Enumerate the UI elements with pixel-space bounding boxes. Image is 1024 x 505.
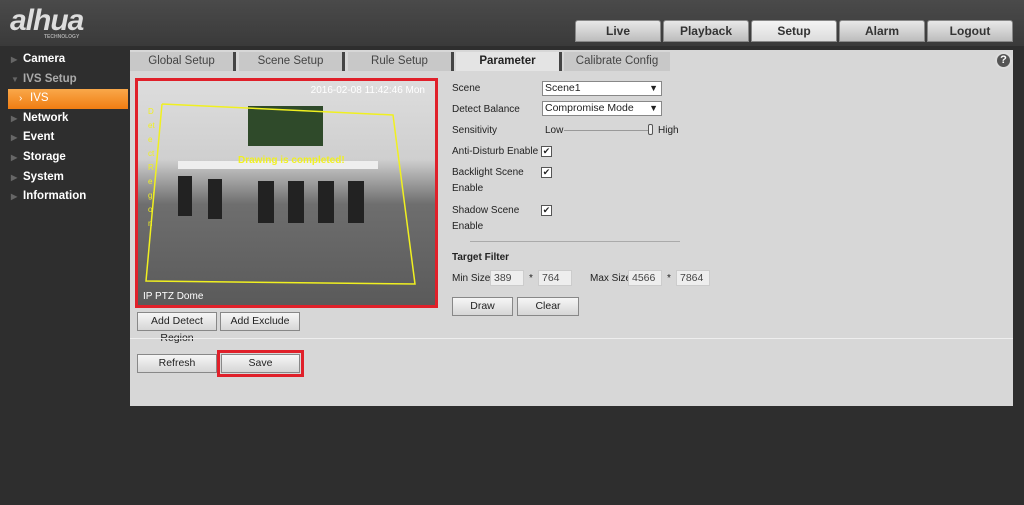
backlight-label: Backlight Scene <box>452 167 524 178</box>
triangle-right-icon: ▶ <box>11 172 18 182</box>
ivs-panel: Global Setup Scene Setup Rule Setup Para… <box>130 50 1013 406</box>
tab-scene-setup[interactable]: Scene Setup <box>239 52 345 71</box>
backlight-label-2: Enable <box>452 183 484 194</box>
sensitivity-slider-handle[interactable] <box>648 124 653 135</box>
tab-parameter[interactable]: Parameter <box>456 52 562 71</box>
timestamp: 2016-02-08 11:42:46 Mon <box>310 85 425 96</box>
detect-balance-select[interactable]: Compromise Mode ▼ <box>542 101 662 116</box>
triangle-down-icon: ▼ <box>11 74 19 84</box>
divider <box>470 241 680 242</box>
shadow-label-2: Enable <box>452 221 484 232</box>
nav-playback[interactable]: Playback <box>663 20 749 42</box>
triangle-right-icon: ▶ <box>11 55 18 64</box>
refresh-button[interactable]: Refresh <box>137 354 217 373</box>
min-times: * <box>529 273 533 284</box>
nav-alarm[interactable]: Alarm <box>839 20 925 42</box>
tab-calibrate-config[interactable]: Calibrate Config <box>564 52 670 71</box>
sidebar-item-system[interactable]: ▶ System <box>0 168 128 188</box>
triangle-right-icon: ▶ <box>11 133 18 143</box>
sidebar-item-ivs[interactable]: › IVS <box>8 89 128 109</box>
scene-select[interactable]: Scene1 ▼ <box>542 81 662 96</box>
video-preview[interactable]: 2016-02-08 11:42:46 Mon Drawing is compl… <box>135 78 438 308</box>
backlight-checkbox[interactable]: ✔ <box>541 167 552 178</box>
detect-region-polygon <box>145 103 416 285</box>
sidebar-item-event[interactable]: ▶ Event <box>0 128 128 148</box>
scene-label: Scene <box>452 83 481 94</box>
chevron-right-icon: › <box>19 93 23 105</box>
sidebar-item-camera[interactable]: ▶ Camera <box>0 50 128 70</box>
target-filter-heading: Target Filter <box>452 252 510 263</box>
divider <box>130 338 1013 339</box>
nav-setup[interactable]: Setup <box>751 20 837 42</box>
nav-live[interactable]: Live <box>575 20 661 42</box>
detect-balance-label: Detect Balance <box>452 104 520 115</box>
dahua-logo: alhua TECHNOLOGY <box>10 4 84 40</box>
min-width-input[interactable]: 389 <box>490 270 524 286</box>
nav-logout[interactable]: Logout <box>927 20 1013 42</box>
tab-global-setup[interactable]: Global Setup <box>130 52 236 71</box>
min-height-input[interactable]: 764 <box>538 270 572 286</box>
header: alhua TECHNOLOGY Live Playback Setup Alar… <box>0 0 1024 46</box>
max-height-input[interactable]: 7864 <box>676 270 710 286</box>
shadow-label: Shadow Scene <box>452 205 520 216</box>
triangle-right-icon: ▶ <box>11 152 18 162</box>
triangle-right-icon: ▶ <box>11 113 18 123</box>
save-button[interactable]: Save <box>221 354 300 373</box>
sidebar-item-ivs-setup[interactable]: ▼ IVS Setup <box>0 70 128 90</box>
max-size-label: Max Size <box>590 273 632 284</box>
draw-button[interactable]: Draw <box>452 297 513 316</box>
max-width-input[interactable]: 4566 <box>628 270 662 286</box>
min-size-label: Min Size <box>452 273 491 284</box>
sidebar-item-information[interactable]: ▶ Information <box>0 187 128 207</box>
sidebar-item-network[interactable]: ▶ Network <box>0 109 128 129</box>
chevron-down-icon: ▼ <box>649 103 658 113</box>
sidebar-item-storage[interactable]: ▶ Storage <box>0 148 128 168</box>
tab-rule-setup[interactable]: Rule Setup <box>348 52 454 71</box>
add-detect-region-button[interactable]: Add Detect Region <box>137 312 217 344</box>
help-icon[interactable]: ? <box>995 52 1012 69</box>
sensitivity-high-label: High <box>658 125 679 136</box>
camera-name: IP PTZ Dome <box>143 291 204 302</box>
sensitivity-low-label: Low <box>545 125 564 136</box>
chevron-down-icon: ▼ <box>649 83 658 93</box>
clear-button[interactable]: Clear <box>517 297 579 316</box>
triangle-right-icon: ▶ <box>11 192 18 202</box>
sensitivity-slider[interactable] <box>564 130 652 131</box>
max-times: * <box>667 273 671 284</box>
add-exclude-button[interactable]: Add Exclude <box>220 312 300 331</box>
region-label: Detect Region <box>148 107 155 228</box>
anti-disturb-checkbox[interactable]: ✔ <box>541 146 552 157</box>
sensitivity-label: Sensitivity <box>452 125 498 136</box>
overlay-message: Drawing is completed! <box>238 155 345 166</box>
anti-disturb-label: Anti-Disturb Enable <box>452 146 539 157</box>
shadow-checkbox[interactable]: ✔ <box>541 205 552 216</box>
sidebar: ▶ Camera ▼ IVS Setup › IVS ▶ Network ▶ Event … <box>0 50 128 207</box>
